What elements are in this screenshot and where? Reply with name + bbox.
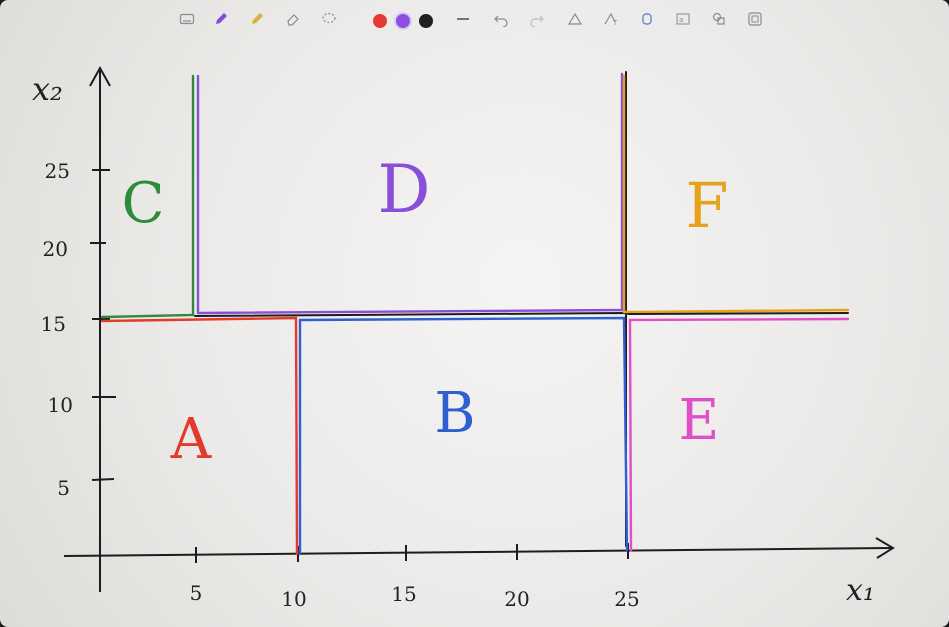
y-tick-label: 25 bbox=[45, 159, 70, 183]
x-axis bbox=[63, 537, 895, 559]
boundary-lines bbox=[100, 71, 850, 556]
x-tick-label: 5 bbox=[190, 581, 203, 605]
boundary-e bbox=[628, 317, 850, 553]
y-tick-label: 15 bbox=[41, 312, 66, 336]
drawing-canvas[interactable]: 5 10 15 20 25 5 10 15 20 25 x₂ x₁ A B C … bbox=[0, 0, 949, 627]
y-axis-label: x₂ bbox=[32, 70, 63, 108]
x-tick-label: 20 bbox=[504, 587, 529, 611]
y-tick-mark bbox=[91, 478, 115, 481]
y-axis bbox=[89, 65, 111, 592]
whiteboard-screen: T a 5 10 15 20 25 5 10 15 20 25 x₂ x₁ A … bbox=[0, 0, 949, 627]
y-tick-label: 5 bbox=[57, 476, 70, 500]
x-tick-label: 25 bbox=[614, 587, 639, 611]
region-label-f: F bbox=[685, 169, 728, 242]
region-label-c: C bbox=[122, 171, 165, 236]
boundary-black bbox=[194, 71, 627, 547]
region-label-a: A bbox=[170, 407, 212, 472]
boundary-f bbox=[622, 74, 850, 314]
x-axis-label: x₁ bbox=[846, 573, 875, 608]
boundary-black-right bbox=[627, 312, 849, 315]
y-tick-label: 10 bbox=[48, 393, 73, 417]
region-label-d: D bbox=[378, 151, 431, 228]
x-tick-label: 10 bbox=[281, 587, 306, 611]
region-label-e: E bbox=[679, 388, 720, 453]
x-tick-label: 15 bbox=[391, 582, 416, 606]
y-tick-label: 20 bbox=[43, 237, 68, 261]
y-tick-marks bbox=[90, 169, 116, 481]
region-label-b: B bbox=[434, 381, 475, 446]
